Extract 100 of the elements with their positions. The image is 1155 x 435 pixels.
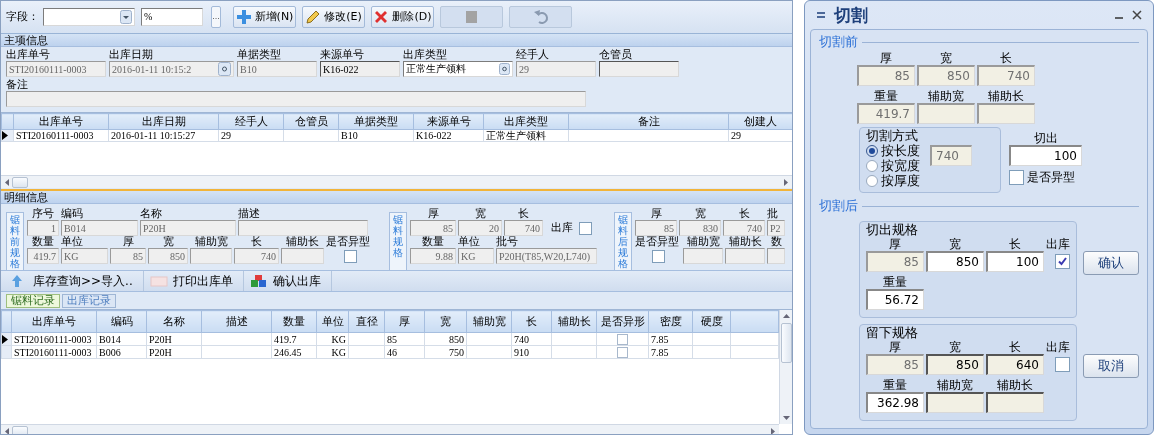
field-label: 辅助宽 — [936, 378, 974, 392]
column-header[interactable]: 编码 — [96, 310, 147, 333]
arrow-up-icon[interactable] — [782, 313, 790, 318]
delete-button[interactable]: 删除(D) — [371, 5, 434, 28]
field-label: 描述 — [238, 208, 261, 220]
field-label: 单位 — [458, 236, 481, 248]
column-header[interactable]: 数量 — [271, 310, 317, 333]
scroll-thumb[interactable] — [12, 425, 28, 434]
arrow-right-icon[interactable] — [784, 178, 789, 186]
field-label: 批 — [767, 208, 779, 220]
column-header[interactable]: 来源单号 — [413, 113, 484, 130]
browse-button[interactable]: ... — [211, 5, 221, 28]
input-field[interactable] — [926, 392, 984, 413]
column-header[interactable]: 单位 — [316, 310, 349, 333]
checkbox[interactable] — [578, 221, 592, 235]
column-header[interactable]: 出库单号 — [13, 113, 109, 130]
arrow-left-icon[interactable] — [4, 178, 9, 186]
field-label: 出库单号 — [6, 49, 51, 61]
undo-icon — [532, 8, 549, 25]
input-field[interactable]: 100 — [1009, 145, 1082, 166]
input-field[interactable] — [599, 61, 679, 77]
input-field[interactable]: 100 — [986, 251, 1044, 272]
horizontal-scrollbar[interactable] — [1, 424, 779, 434]
table-cell: 2016-01-11 10:15:27 — [108, 129, 219, 142]
column-header[interactable]: 辅助宽 — [466, 310, 512, 333]
menu-icon[interactable] — [816, 11, 826, 19]
checkbox[interactable] — [651, 249, 665, 263]
checkbox[interactable] — [343, 249, 357, 263]
checkbox[interactable] — [1009, 170, 1024, 185]
arrow-down-icon[interactable] — [782, 416, 790, 421]
field-label: 长 — [999, 51, 1013, 65]
input-field[interactable]: 850 — [926, 251, 984, 272]
dropdown-field[interactable]: 正常生产领料 — [403, 61, 513, 77]
group-label: 锯料规格 — [389, 212, 407, 271]
column-header[interactable]: 长 — [511, 310, 552, 333]
column-header[interactable]: 宽 — [424, 310, 467, 333]
spin-button-icon — [218, 62, 231, 76]
field-label: 序号 — [31, 208, 55, 220]
input-field[interactable]: 850 — [926, 354, 984, 375]
input-field[interactable]: 362.98 — [866, 392, 924, 413]
section-title: 切割后 — [819, 197, 858, 215]
table-cell: 740 — [511, 332, 552, 346]
dropdown-arrow-icon — [499, 63, 510, 75]
scroll-thumb[interactable] — [780, 323, 792, 363]
print-button[interactable]: 打印出库单 — [143, 271, 244, 291]
input-field[interactable]: % — [141, 7, 203, 26]
cancel-button[interactable]: 取消 — [1083, 354, 1139, 378]
horizontal-scrollbar[interactable] — [1, 175, 792, 188]
scroll-thumb[interactable] — [12, 176, 28, 188]
field-label: 是否异型 — [635, 236, 680, 248]
radio-button[interactable]: 按长度 — [866, 143, 920, 158]
vertical-scrollbar[interactable] — [779, 310, 792, 424]
field-label: 名称 — [140, 208, 163, 220]
input-field[interactable] — [986, 392, 1044, 413]
confirm-button[interactable]: 确认 — [1083, 251, 1139, 275]
column-header[interactable]: 名称 — [146, 310, 202, 333]
close-icon[interactable] — [1132, 10, 1142, 20]
dropdown-field[interactable] — [43, 7, 135, 26]
add-button[interactable]: 新增(N) — [233, 5, 296, 28]
column-header[interactable]: 描述 — [201, 310, 272, 333]
checkbox[interactable] — [617, 334, 628, 346]
column-header[interactable]: 备注 — [568, 113, 729, 130]
input-field[interactable]: 640 — [986, 354, 1044, 375]
checkbox[interactable] — [1054, 357, 1070, 372]
row-selector[interactable] — [1, 332, 12, 346]
input-field[interactable]: 56.72 — [866, 289, 924, 310]
arrow-left-icon[interactable] — [4, 427, 9, 434]
column-header[interactable]: 直径 — [348, 310, 385, 333]
field-label: 重量 — [873, 89, 899, 103]
column-header[interactable]: 出库类型 — [483, 113, 569, 130]
field-label: 单位 — [61, 236, 84, 248]
field-label: 厚 — [649, 208, 663, 220]
tab[interactable]: 锯料记录 — [6, 294, 60, 308]
edit-button[interactable]: 修改(E) — [302, 5, 365, 28]
input-field[interactable]: K16-022 — [320, 61, 400, 77]
column-header[interactable]: 经手人 — [218, 113, 284, 130]
column-header[interactable]: 创建人 — [728, 113, 792, 130]
column-header[interactable]: 辅助长 — [551, 310, 597, 333]
checkbox[interactable] — [1054, 254, 1070, 269]
field-label: 出库 — [1046, 237, 1071, 251]
arrow-right-icon[interactable] — [771, 427, 776, 434]
table-cell: B006 — [96, 345, 147, 359]
blocks-icon — [249, 274, 268, 288]
column-header[interactable]: 出库单号 — [11, 310, 97, 333]
radio-button[interactable]: 按宽度 — [866, 158, 920, 173]
field-label: 辅助宽 — [927, 89, 965, 103]
confirm-button[interactable]: 确认出库 — [243, 271, 332, 291]
column-header[interactable]: 仓管员 — [283, 113, 339, 130]
column-header[interactable]: 密度 — [648, 310, 693, 333]
checkbox[interactable] — [617, 347, 628, 359]
column-header[interactable]: 是否异形 — [596, 310, 649, 333]
import-button[interactable]: 库存查询>>导入.. — [4, 271, 144, 291]
checkbox-label: 是否异型 — [1027, 169, 1075, 186]
row-pointer-icon — [2, 334, 8, 344]
column-header[interactable]: 硬度 — [692, 310, 731, 333]
radio-button[interactable]: 按厚度 — [866, 173, 920, 188]
column-header[interactable]: 出库日期 — [108, 113, 219, 130]
column-header[interactable]: 厚 — [384, 310, 425, 333]
field-label: 出库 — [550, 222, 573, 234]
column-header[interactable]: 单据类型 — [338, 113, 414, 130]
